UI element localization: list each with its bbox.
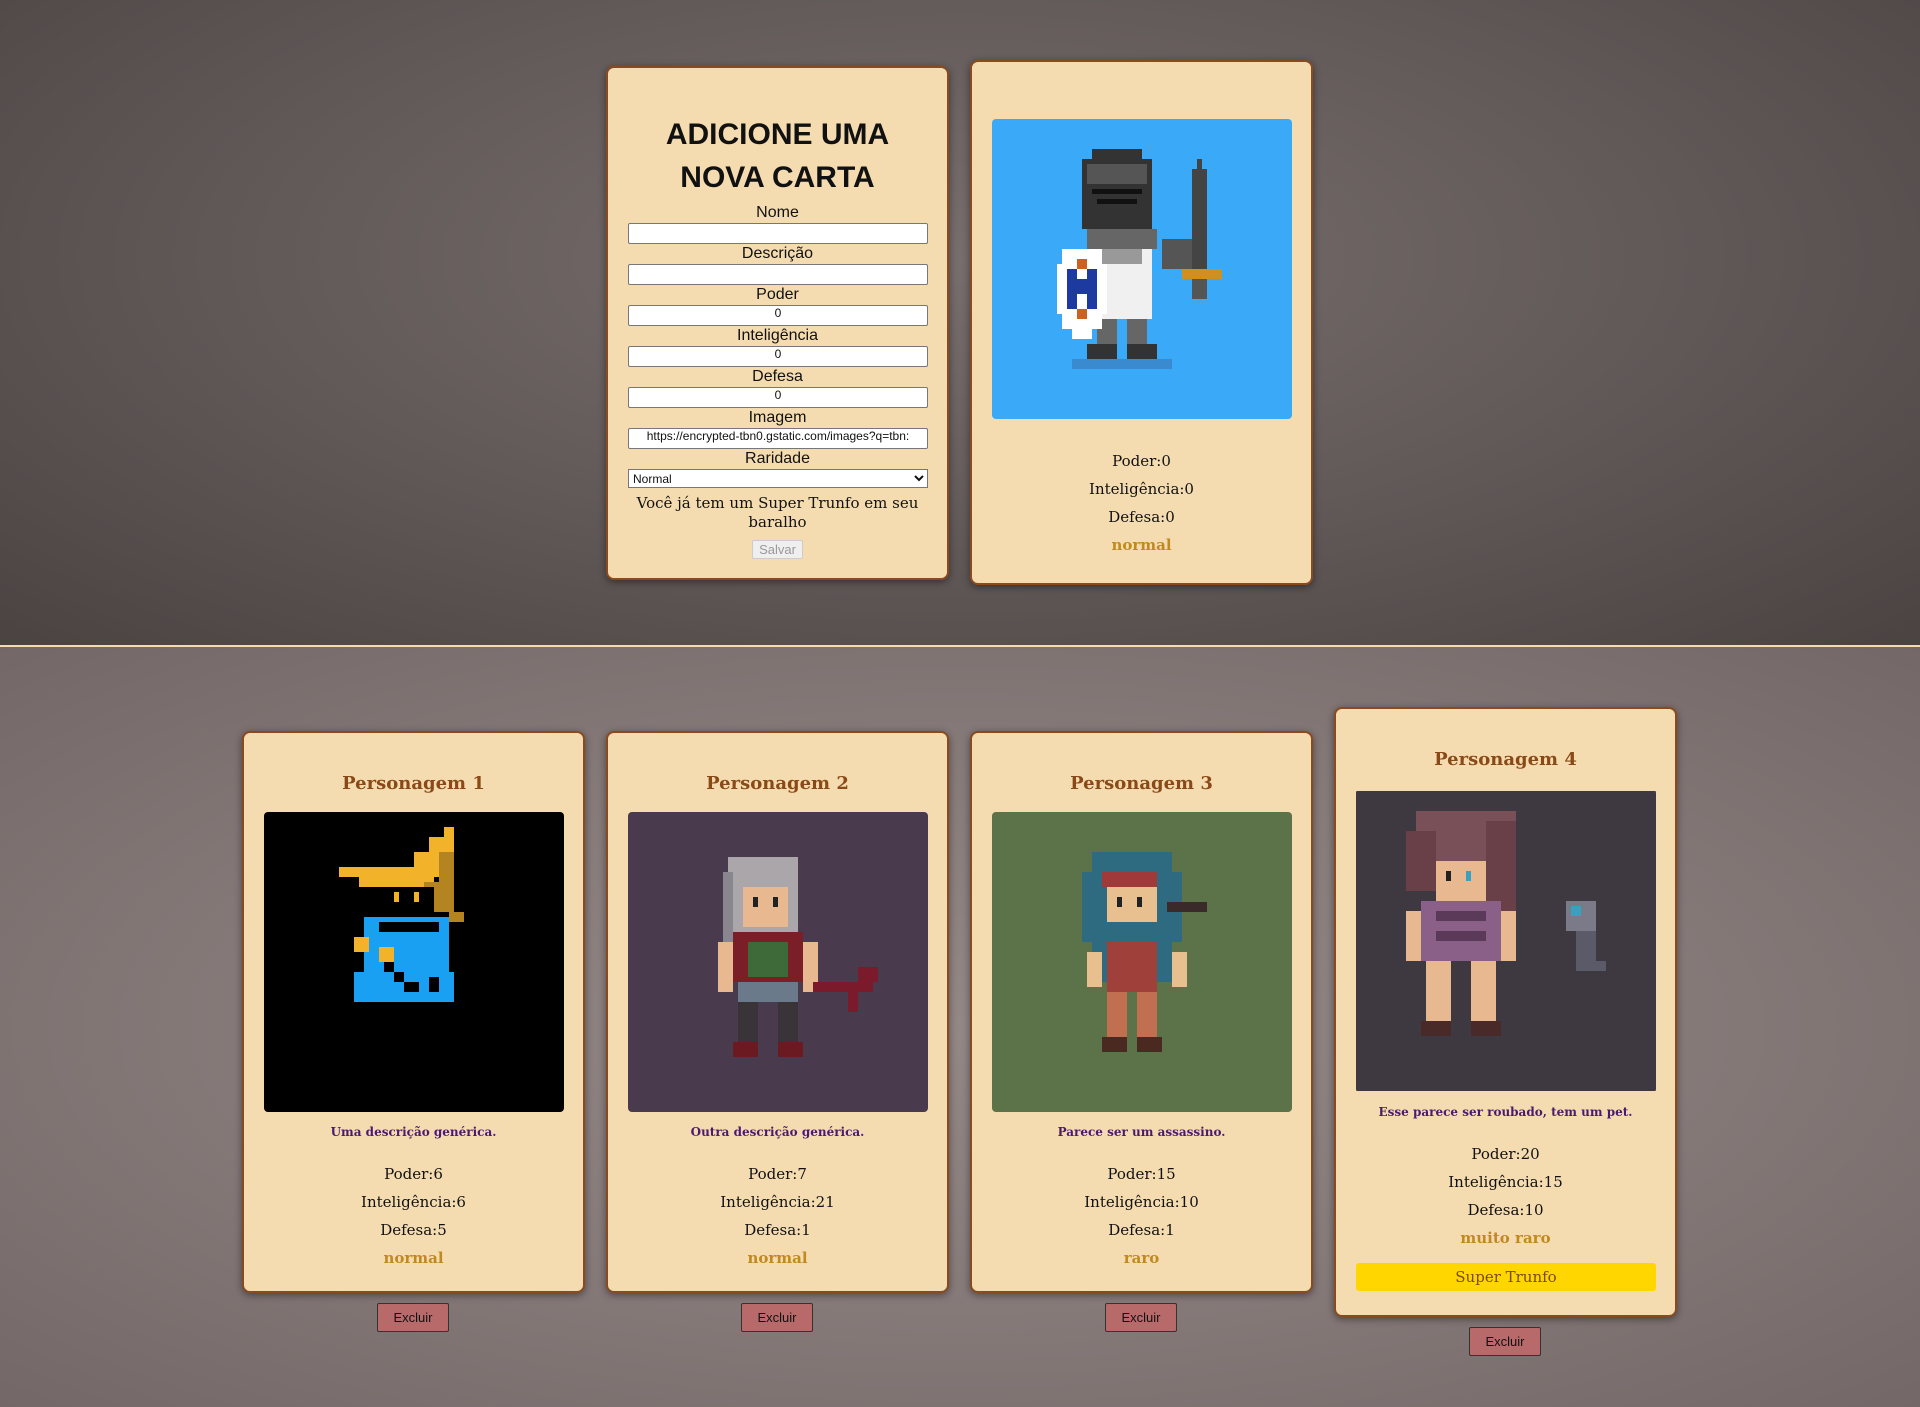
card-name: Personagem 1	[342, 773, 485, 794]
delete-button[interactable]: Excluir	[377, 1303, 449, 1332]
card-defense: Defesa:5	[380, 1221, 447, 1239]
rarity-select[interactable]: Normal	[628, 469, 928, 488]
card-rarity: muito raro	[1460, 1229, 1551, 1247]
deck-card: Personagem 2 Outra descrição genérica. P…	[606, 731, 949, 1293]
intelligence-label: Inteligência	[737, 327, 818, 344]
new-card-form: ADICIONE UMA NOVA CARTA Nome Descrição P…	[606, 66, 949, 580]
preview-power: Poder:0	[1112, 452, 1171, 470]
card-power: Poder:20	[1471, 1145, 1540, 1163]
delete-button[interactable]: Excluir	[1105, 1303, 1177, 1332]
name-input[interactable]	[628, 223, 928, 244]
card-power: Poder:15	[1107, 1165, 1176, 1183]
card-description: Esse parece ser roubado, tem um pet.	[1378, 1105, 1633, 1119]
intelligence-input[interactable]: 0	[628, 346, 928, 367]
card-intelligence: Inteligência:10	[1084, 1193, 1199, 1211]
card-name: Personagem 3	[1070, 773, 1213, 794]
delete-button[interactable]: Excluir	[1469, 1327, 1541, 1356]
name-label: Nome	[756, 204, 799, 221]
deck-card: Personagem 1 Uma descrição genérica. Pod…	[242, 731, 585, 1293]
image-url-input[interactable]: https://encrypted-tbn0.gstatic.com/image…	[628, 428, 928, 449]
rarity-label: Raridade	[745, 450, 810, 467]
girl-with-pet-sprite	[1356, 791, 1656, 1091]
card-defense: Defesa:1	[1108, 1221, 1175, 1239]
knight-sprite	[992, 119, 1292, 419]
card-description: Outra descrição genérica.	[690, 1125, 865, 1139]
preview-intelligence: Inteligência:0	[1089, 480, 1194, 498]
deck-card: Personagem 4 Esse parece ser roubado, te…	[1334, 707, 1677, 1317]
deck-card: Personagem 3 Parece ser um assassino. Po…	[970, 731, 1313, 1293]
card-name: Personagem 2	[706, 773, 849, 794]
card-description: Uma descrição genérica.	[330, 1125, 497, 1139]
defense-input[interactable]: 0	[628, 387, 928, 408]
card-defense: Defesa:1	[744, 1221, 811, 1239]
description-label: Descrição	[741, 245, 814, 262]
preview-defense: Defesa:0	[1108, 508, 1175, 526]
card-intelligence: Inteligência:15	[1448, 1173, 1563, 1191]
save-button[interactable]: Salvar	[752, 540, 803, 559]
preview-rarity: normal	[1111, 536, 1172, 554]
description-input[interactable]	[628, 264, 928, 285]
card-rarity: normal	[747, 1249, 808, 1267]
trunfo-message: Você já tem um Super Trunfo em seu baral…	[636, 494, 919, 531]
grey-haired-warrior-sprite	[628, 812, 928, 1112]
card-defense: Defesa:10	[1467, 1201, 1544, 1219]
top-section	[0, 0, 1920, 645]
card-rarity: normal	[383, 1249, 444, 1267]
delete-button[interactable]: Excluir	[741, 1303, 813, 1332]
preview-card: Poder:0 Inteligência:0 Defesa:0 normal	[970, 60, 1313, 585]
power-input[interactable]: 0	[628, 305, 928, 326]
image-label: Imagem	[748, 409, 807, 426]
card-power: Poder:6	[384, 1165, 443, 1183]
super-trunfo-badge: Super Trunfo	[1356, 1263, 1656, 1291]
card-rarity: raro	[1123, 1249, 1160, 1267]
defense-label: Defesa	[752, 368, 803, 385]
black-mage-sprite	[264, 812, 564, 1112]
card-power: Poder:7	[748, 1165, 807, 1183]
card-intelligence: Inteligência:6	[361, 1193, 466, 1211]
card-intelligence: Inteligência:21	[720, 1193, 835, 1211]
card-name: Personagem 4	[1434, 749, 1577, 770]
power-label: Poder	[756, 286, 799, 303]
hooded-assassin-sprite	[992, 812, 1292, 1112]
card-description: Parece ser um assassino.	[1057, 1125, 1226, 1139]
form-title: ADICIONE UMA NOVA CARTA	[665, 118, 890, 194]
